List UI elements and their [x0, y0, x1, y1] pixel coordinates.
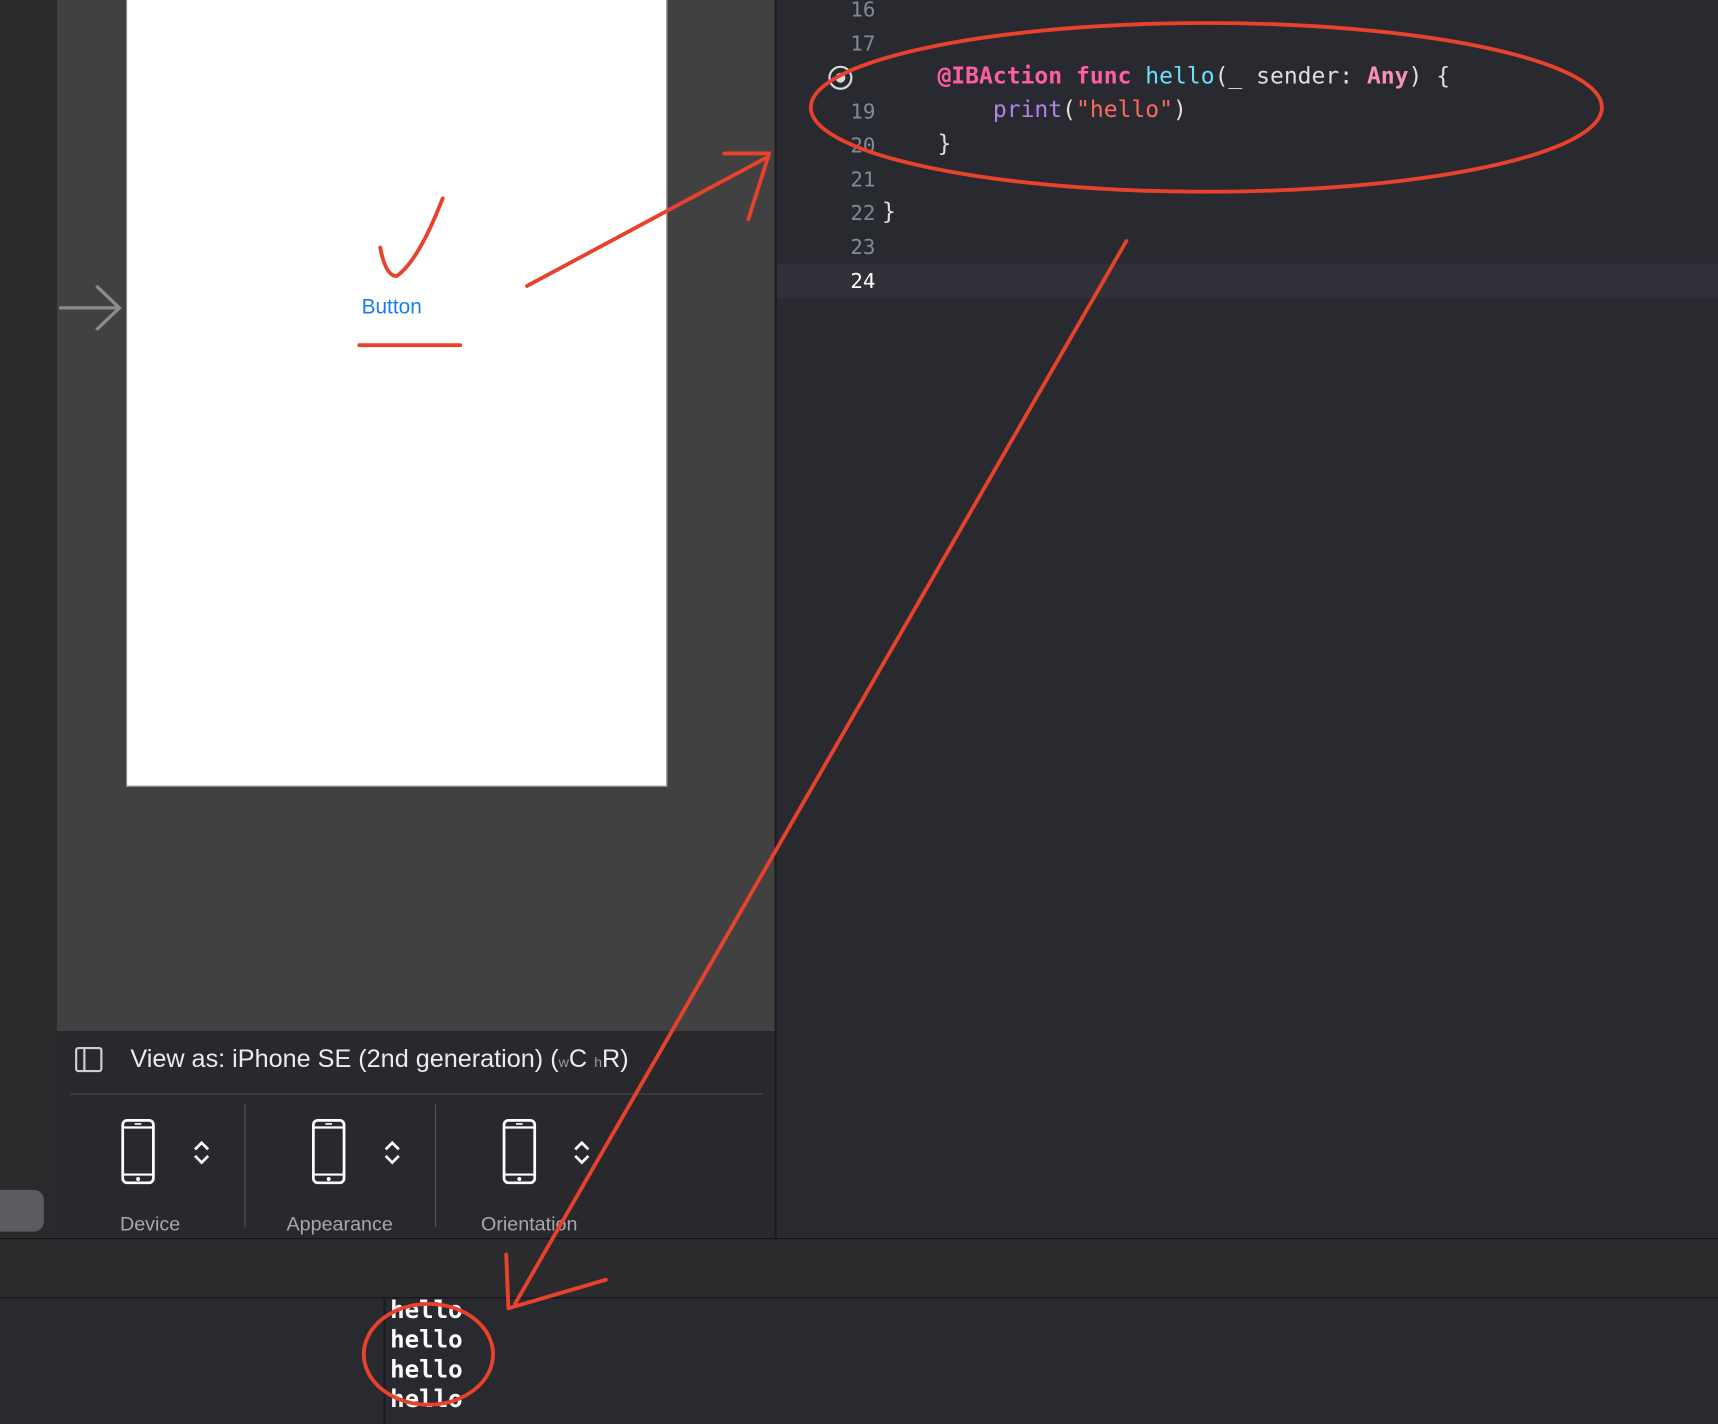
device-stepper-icon[interactable] [193, 1140, 211, 1166]
line-number-current: 24 [850, 269, 876, 294]
code-line-close-class[interactable]: } [882, 198, 896, 224]
device-label: Device [119, 1212, 181, 1235]
console-line: hello [390, 1356, 463, 1384]
code-line-ibaction[interactable]: @IBAction func hello(_ sender: Any) { [882, 62, 1450, 88]
line-number: 16 [850, 0, 876, 22]
console-line: hello [390, 1326, 463, 1355]
console-line: hello [390, 1298, 463, 1325]
variables-view[interactable] [0, 1298, 384, 1424]
appearance-label: Appearance [286, 1212, 393, 1235]
line-number-gutter: 16 17 19 20 21 22 23 24 [777, 0, 876, 1238]
line-number: 22 [850, 201, 876, 226]
code-punctuation: ) { [1408, 62, 1451, 89]
line-number: 21 [850, 167, 876, 192]
config-divider [70, 1093, 763, 1095]
height-class-value: R [602, 1044, 621, 1073]
left-edge-panel [0, 0, 57, 1239]
code-line-print[interactable]: print("hello") [882, 96, 1187, 122]
code-line-close-func[interactable]: } [882, 130, 951, 156]
orientation-label: Orientation [480, 1212, 578, 1235]
xcode-window: Button View as: iPhone SE (2nd generatio… [0, 0, 1718, 1424]
view-as-text: View as: iPhone SE (2nd generation) ( [130, 1044, 559, 1073]
width-class-prefix: w [558, 1054, 569, 1071]
code-keyword: func [1076, 62, 1132, 89]
view-as-suffix: ) [620, 1044, 629, 1073]
orientation-phone-icon[interactable] [502, 1118, 537, 1185]
initial-view-controller-arrow-icon [59, 284, 122, 331]
outlet-connected-icon[interactable] [827, 65, 853, 91]
width-class-value: C [568, 1044, 588, 1073]
console-line: hello [390, 1386, 463, 1414]
code-punctuation: ) [1172, 96, 1187, 123]
console-output[interactable]: hello hello hello hello [385, 1298, 1718, 1424]
code-brace: } [937, 130, 952, 157]
code-call: print [992, 96, 1063, 123]
appearance-stepper-icon[interactable] [383, 1140, 401, 1166]
config-separator [434, 1104, 437, 1228]
view-as-label[interactable]: View as: iPhone SE (2nd generation) (wC … [130, 1044, 628, 1074]
console-text: hello hello hello hello [390, 1298, 463, 1414]
appearance-phone-icon[interactable] [311, 1118, 346, 1185]
debug-toolbar [0, 1239, 1718, 1298]
sidebar-toggle-icon[interactable] [75, 1045, 103, 1073]
line-number: 20 [850, 133, 876, 158]
code-brace: } [882, 198, 896, 225]
code-type: Any [1366, 62, 1409, 89]
line-number: 23 [850, 235, 876, 260]
device-phone-icon[interactable] [121, 1118, 156, 1185]
panel-handle[interactable] [0, 1189, 44, 1232]
line-number: 17 [850, 31, 876, 56]
storyboard-button[interactable]: Button [362, 296, 422, 320]
line-number: 19 [850, 99, 876, 124]
code-string: "hello" [1076, 96, 1173, 123]
code-punctuation: ( [1062, 96, 1077, 123]
iphone-scene[interactable] [126, 0, 668, 787]
code-params: (_ sender: [1214, 62, 1367, 89]
orientation-stepper-icon[interactable] [573, 1140, 591, 1166]
code-attribute: @IBAction [937, 62, 1063, 89]
code-function-name: hello [1145, 62, 1215, 89]
current-line-highlight [776, 264, 1718, 299]
config-separator [244, 1104, 246, 1228]
